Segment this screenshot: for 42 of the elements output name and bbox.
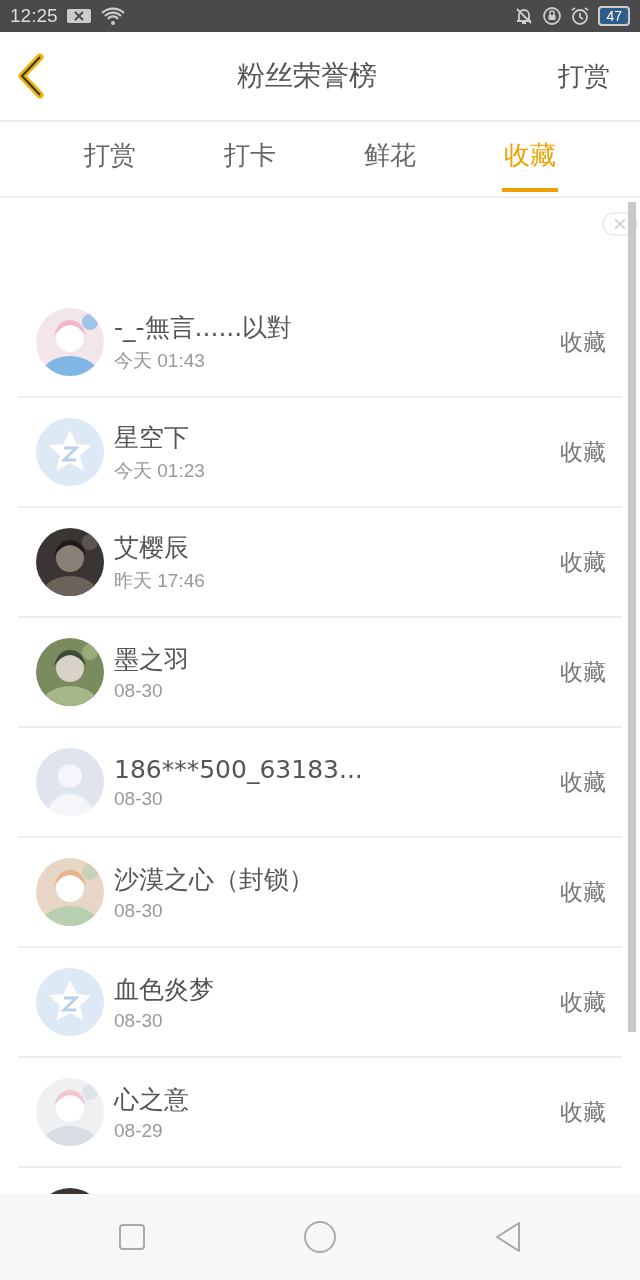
fan-name: 血色炎梦 (114, 973, 215, 1006)
tab[interactable]: 打赏 (82, 122, 138, 192)
notification-icon (65, 7, 92, 25)
fan-action: 收藏 (560, 877, 606, 907)
rotation-lock-icon (542, 6, 563, 26)
recent-apps-icon[interactable] (118, 1223, 147, 1251)
fan-name: 沙漠之心（封锁） (114, 863, 315, 896)
fan-name: 心之意 (114, 1083, 190, 1116)
fan-name: -_-無言......以對 (114, 311, 294, 344)
fan-name: 星空下 (114, 421, 190, 454)
tab[interactable]: 鲜花 (362, 122, 418, 192)
back-icon[interactable] (493, 1221, 522, 1253)
alarm-icon (570, 6, 591, 26)
tab[interactable]: 打卡 (222, 122, 278, 192)
fan-action: 收藏 (560, 657, 606, 687)
fan-name: 186***500_63183... (114, 754, 364, 784)
fan-time: 08-29 (114, 1119, 164, 1142)
battery-level: 47 (598, 6, 630, 26)
fan-action: 收藏 (560, 987, 606, 1017)
fan-action: 收藏 (560, 767, 606, 797)
fan-action: 收藏 (560, 1097, 606, 1127)
fan-action: 收藏 (560, 327, 606, 357)
reward-button[interactable]: 打赏 (558, 58, 610, 94)
clock-time: 12:25 (10, 5, 58, 27)
fan-time: 今天 01:43 (114, 348, 206, 373)
fan-time: 08-30 (114, 679, 164, 702)
fan-name: 艾樱辰 (114, 531, 190, 564)
scrollbar[interactable] (628, 202, 636, 1032)
back-chevron-icon (16, 53, 46, 99)
fan-name: 墨之羽 (114, 643, 190, 676)
fan-time: 昨天 17:46 (114, 568, 206, 593)
fan-action: 收藏 (560, 547, 606, 577)
fan-action: 收藏 (560, 437, 606, 467)
page-title: 粉丝荣誉榜 (236, 58, 378, 94)
fan-time: 08-30 (114, 1009, 164, 1032)
fan-time: 08-30 (114, 787, 164, 810)
star-avatar-icon (36, 418, 104, 486)
wifi-icon (99, 5, 126, 27)
fan-time: 08-30 (114, 899, 164, 922)
home-icon[interactable] (303, 1220, 337, 1254)
star-avatar-icon (36, 968, 104, 1036)
fan-time: 今天 01:23 (114, 458, 206, 483)
